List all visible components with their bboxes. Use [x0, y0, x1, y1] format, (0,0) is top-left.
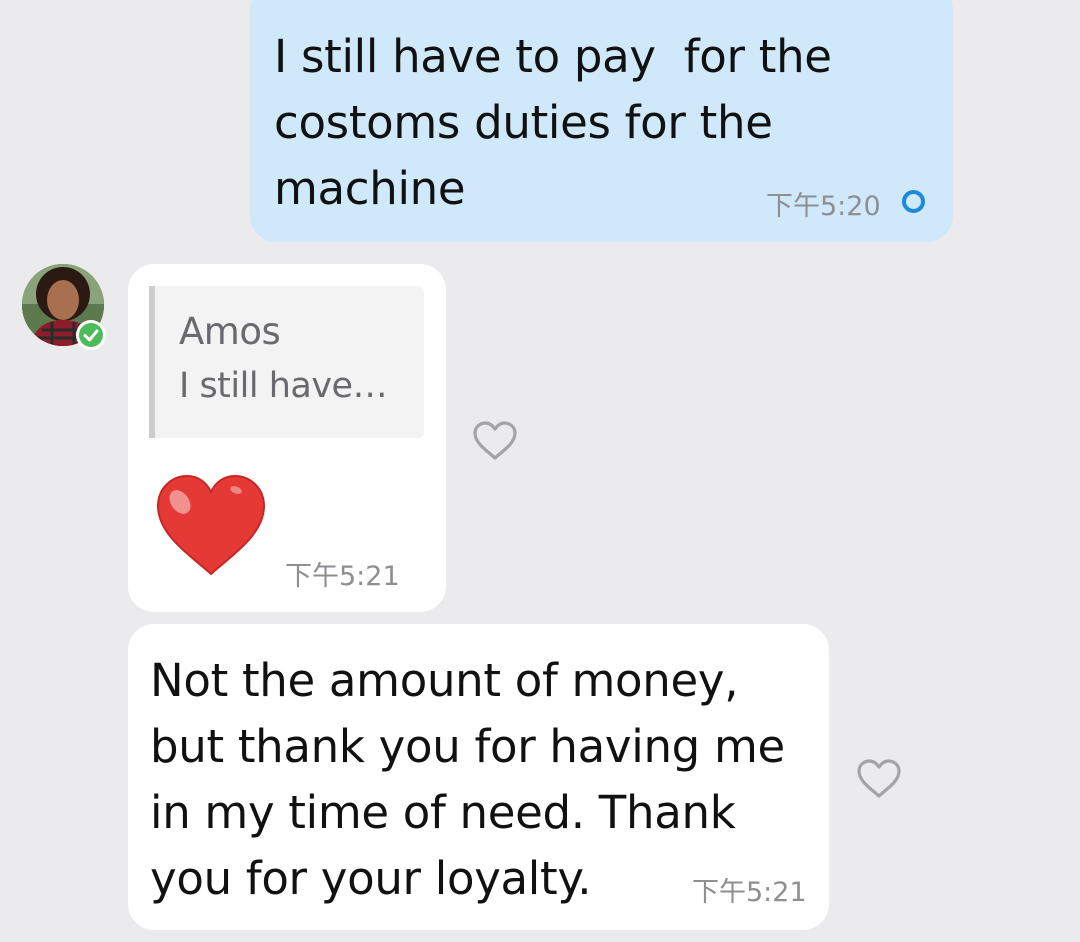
- red-heart-icon: [154, 474, 268, 582]
- quoted-message[interactable]: Amos I still have…: [149, 286, 424, 438]
- reply-message-time: 下午5:21: [285, 561, 400, 592]
- incoming-message-time: 下午5:21: [692, 877, 807, 908]
- incoming-message-bubble[interactable]: Not the amount of money, but thank you f…: [128, 624, 829, 930]
- heart-outline-icon[interactable]: [856, 758, 902, 800]
- heart-outline-icon[interactable]: [472, 420, 518, 462]
- outgoing-message-time: 下午5:20: [766, 191, 881, 222]
- outgoing-message-bubble[interactable]: I still have to pay for the costoms duti…: [250, 0, 953, 242]
- quoted-message-text: I still have…: [179, 366, 388, 406]
- quoted-sender-name: Amos: [179, 310, 281, 353]
- incoming-reply-bubble[interactable]: Amos I still have… 下午5:21: [128, 264, 446, 612]
- sent-status-circle-icon: [902, 190, 925, 213]
- verified-check-icon: [76, 320, 106, 350]
